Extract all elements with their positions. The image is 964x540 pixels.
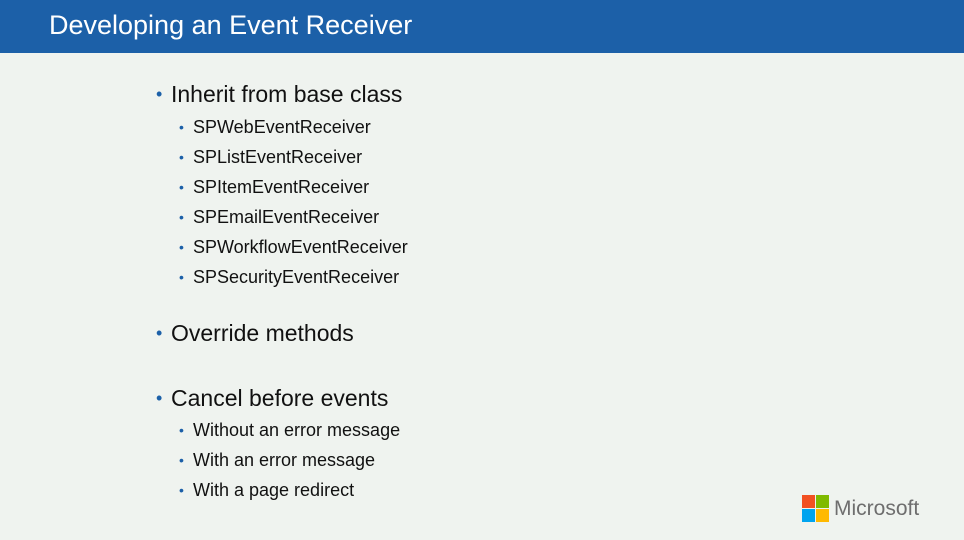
sub-bullet-text: SPWorkflowEventReceiver bbox=[193, 237, 408, 257]
sub-bullet-text: SPListEventReceiver bbox=[193, 147, 363, 167]
bullet-inherit: • Inherit from base class bbox=[156, 80, 403, 108]
bullet-text: Override methods bbox=[171, 320, 354, 346]
sub-bullet: • SPItemEventReceiver bbox=[179, 176, 370, 198]
sub-bullet-text: SPItemEventReceiver bbox=[193, 177, 370, 197]
sub-bullet: • SPListEventReceiver bbox=[179, 146, 363, 168]
bullet-dot: • bbox=[179, 149, 184, 165]
sub-bullet: • SPWorkflowEventReceiver bbox=[179, 236, 408, 258]
logo-square-blue bbox=[802, 509, 815, 522]
sub-bullet-text: SPSecurityEventReceiver bbox=[193, 267, 400, 287]
sub-bullet: • SPWebEventReceiver bbox=[179, 116, 371, 138]
bullet-dot: • bbox=[179, 482, 184, 498]
bullet-cancel: • Cancel before events bbox=[156, 384, 389, 412]
sub-bullet-text: Without an error message bbox=[193, 420, 401, 440]
sub-bullet: • SPSecurityEventReceiver bbox=[179, 266, 400, 288]
bullet-dot: • bbox=[179, 452, 184, 468]
bullet-dot: • bbox=[156, 388, 163, 408]
bullet-list: • Inherit from base class • SPWebEventRe… bbox=[0, 0, 964, 540]
sub-bullet: • With a page redirect bbox=[179, 479, 355, 501]
microsoft-logo-icon bbox=[802, 495, 829, 522]
bullet-dot: • bbox=[179, 239, 184, 255]
bullet-dot: • bbox=[179, 119, 184, 135]
sub-bullet-text: SPWebEventReceiver bbox=[193, 117, 371, 137]
bullet-override: • Override methods bbox=[156, 319, 354, 347]
bullet-dot: • bbox=[179, 422, 184, 438]
logo-wordmark: Microsoft bbox=[834, 497, 920, 520]
sub-bullet-text: SPEmailEventReceiver bbox=[193, 207, 380, 227]
sub-bullet: • Without an error message bbox=[179, 419, 401, 441]
bullet-dot: • bbox=[156, 84, 163, 104]
logo-square-red bbox=[802, 495, 815, 508]
bullet-dot: • bbox=[179, 269, 184, 285]
sub-bullet-text: With a page redirect bbox=[193, 480, 355, 500]
logo-square-yellow bbox=[816, 509, 829, 522]
sub-bullet-text: With an error message bbox=[193, 450, 376, 470]
bullet-dot: • bbox=[156, 323, 163, 343]
bullet-dot: • bbox=[179, 209, 184, 225]
bullet-dot: • bbox=[179, 179, 184, 195]
bullet-text: Inherit from base class bbox=[171, 81, 403, 107]
sub-bullet: • SPEmailEventReceiver bbox=[179, 206, 380, 228]
sub-bullet: • With an error message bbox=[179, 449, 376, 471]
logo-square-green bbox=[816, 495, 829, 508]
bullet-text: Cancel before events bbox=[171, 385, 389, 411]
